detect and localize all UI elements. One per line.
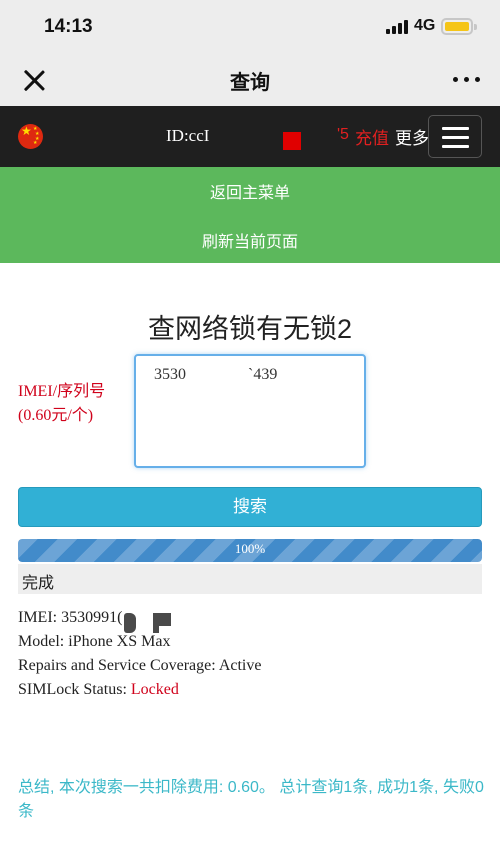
result-simlock-value: Locked (130, 681, 179, 698)
imei-input-value: 3530 (154, 366, 186, 383)
china-flag-icon[interactable]: ★ ★ ★ ★ ★ (18, 124, 43, 149)
balance-value: '5 (337, 126, 349, 143)
result-coverage: Repairs and Service Coverage: Active (18, 654, 261, 678)
summary-text: 总结, 本次搜索一共扣除费用: 0.60。 总计查询1条, 成功1条, 失败0条 (18, 779, 484, 820)
result-imei-label: IMEI: (18, 609, 62, 626)
more-link[interactable]: 更多 (395, 124, 429, 149)
imei-input[interactable]: 3530 `439 (134, 354, 366, 468)
more-dots-icon[interactable] (453, 77, 481, 85)
result-coverage-label: Repairs and Service Coverage: (18, 657, 219, 674)
network-type: 4G (414, 17, 436, 34)
page-title: 查询 (230, 72, 270, 94)
result-imei: IMEI: 3530991( (18, 606, 261, 630)
result-block: IMEI: 3530991( Model: iPhone XS Max Repa… (18, 606, 261, 702)
status-bar: 14:13 4G (0, 0, 500, 56)
quick-menu: 返回主菜单 刷新当前页面 (0, 167, 500, 263)
nav-bar: 查询 (0, 56, 500, 106)
recharge-link[interactable]: 充值 (355, 124, 389, 149)
imei-input-value-tail: `439 (248, 366, 278, 383)
progress-percent: 100% (234, 541, 266, 556)
redaction-mark (283, 132, 301, 150)
user-id: ID:ccI (166, 126, 210, 145)
result-simlock: SIMLock Status: Locked (18, 678, 261, 702)
redaction-mark (153, 613, 159, 633)
search-button[interactable]: 搜索 (18, 487, 482, 527)
back-to-main-menu-link[interactable]: 返回主菜单 (0, 179, 500, 203)
refresh-page-link[interactable]: 刷新当前页面 (0, 228, 500, 252)
query-heading: 查网络锁有无锁2 (147, 314, 353, 344)
status-strip: 完成 (18, 564, 482, 594)
status-text: 完成 (22, 575, 55, 592)
status-time: 14:13 (44, 16, 93, 37)
result-imei-value: 3530991( (61, 609, 123, 626)
price-label-line: (0.60元/个) (18, 407, 94, 424)
result-model-value: iPhone XS Max (68, 633, 171, 650)
result-model-label: Model: (18, 633, 69, 650)
signal-icon (386, 20, 408, 34)
result-simlock-label: SIMLock Status: (18, 681, 131, 698)
result-coverage-value: Active (218, 657, 262, 674)
imei-label: IMEI/序列号 (0.60元/个) (18, 380, 105, 428)
result-model: Model: iPhone XS Max (18, 630, 261, 654)
imei-label-line: IMEI/序列号 (18, 383, 106, 400)
hamburger-menu-icon[interactable] (428, 115, 482, 158)
redaction-mark (124, 613, 136, 633)
battery-icon (441, 18, 477, 35)
